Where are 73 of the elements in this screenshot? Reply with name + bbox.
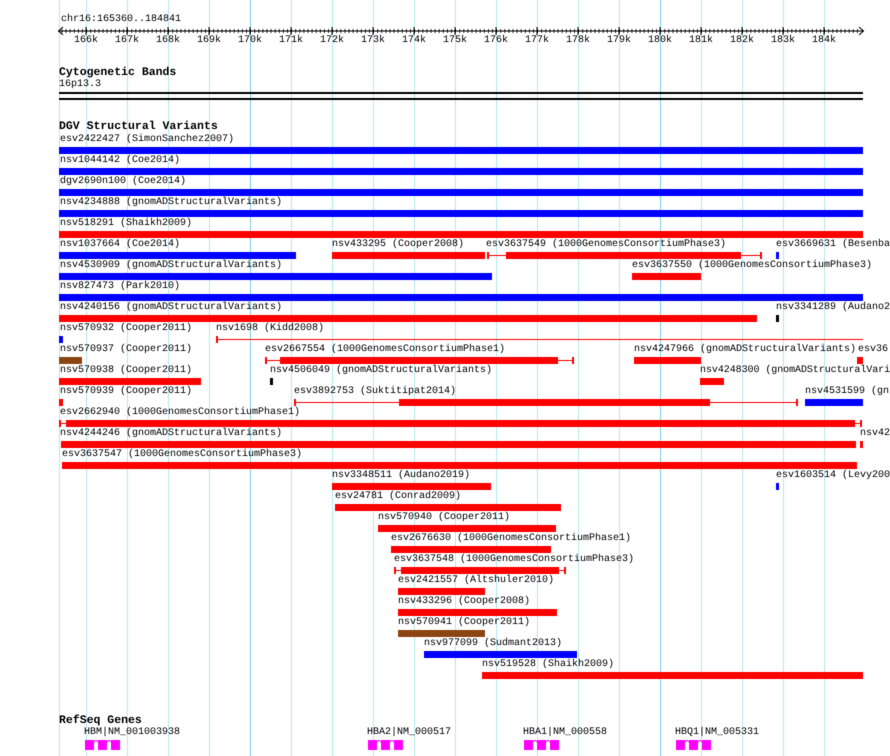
tick-label: 171k <box>279 35 303 47</box>
variant-label: nsv518291 (Shaikh2009) <box>60 218 192 230</box>
tick-label: 173k <box>361 35 385 47</box>
variant-label: nsv4244246 (gnomADStructuralVariants) <box>60 428 282 440</box>
tick-label: 178k <box>566 35 590 47</box>
variant-label: nsv4247966 (gnomADStructuralVariants) <box>634 344 856 356</box>
variant-label: esv2662940 (1000GenomesConsortiumPhase1) <box>60 407 300 419</box>
region-label: chr16:165360..184841 <box>61 14 182 26</box>
variant-label: dgv2690n100 (Coe2014) <box>60 176 186 188</box>
variant-label: nsv4530909 (gnomADStructuralVariants) <box>60 260 282 272</box>
variant-label: esv3892753 (Suktitipat2014) <box>294 386 456 398</box>
variant-label: nsv4248300 (gnomADStructuralVari <box>700 365 890 377</box>
variant-label: nsv570940 (Cooper2011) <box>378 512 510 524</box>
variant-label: nsv1698 (Kidd2008) <box>216 323 324 335</box>
tick-label: 179k <box>607 35 631 47</box>
variant-label: nsv3341289 (Audano2 <box>776 302 890 314</box>
gene-label: HBA2|NM_000517 <box>367 727 452 739</box>
variant-label: esv24781 (Conrad2009) <box>335 491 462 503</box>
variant-label: nsv570937 (Cooper2011) <box>60 344 192 356</box>
tick-label: 166k <box>74 35 98 47</box>
variant-label: esv3637547 (1000GenomesConsortiumPhase3) <box>62 449 302 461</box>
variant-label: nsv4240156 (gnomADStructuralVariants) <box>60 302 282 314</box>
variant-label: nsv519528 (Shaikh2009) <box>482 659 614 671</box>
variant-label: nsv570938 (Cooper2011) <box>60 365 192 377</box>
variant-label: nsv433296 (Cooper2008) <box>398 596 530 608</box>
variant-label: nsv570932 (Cooper2011) <box>60 323 192 335</box>
variant-label: nsv3348511 (Audano2019) <box>332 470 470 482</box>
tick-label: 177k <box>525 35 549 47</box>
variant-label: nsv4531599 (gn <box>805 386 890 398</box>
gene-model-drawing <box>368 740 403 750</box>
variant-label: esv3637548 (1000GenomesConsortiumPhase3) <box>394 554 634 566</box>
tick-label: 181k <box>689 35 713 47</box>
gene-label: HBA1|NM_000558 <box>523 727 608 739</box>
band-label: 16p13.3 <box>59 79 102 91</box>
variant-label: nsv4506049 (gnomADStructuralVariants) <box>270 365 492 377</box>
tick-label: 169k <box>197 35 221 47</box>
variant-label: esv2667554 (1000GenomesConsortiumPhase1) <box>265 344 506 356</box>
tick-label: 176k <box>484 35 508 47</box>
variant-label: esv36 <box>858 344 888 356</box>
gene-label: HBM|NM_001003938 <box>84 727 180 739</box>
variant-label: esv3669631 (Besenba <box>776 239 890 251</box>
variant-label: esv1603514 (Levy200 <box>776 470 890 482</box>
variant-label: nsv827473 (Park2010) <box>60 281 180 293</box>
variant-label: nsv433295 (Cooper2008) <box>332 239 464 251</box>
tick-label: 170k <box>238 35 262 47</box>
tick-label: 183k <box>771 35 795 47</box>
variant-label: esv2676630 (1000GenomesConsortiumPhase1) <box>391 533 632 545</box>
variant-label: nsv1037664 (Coe2014) <box>60 239 180 251</box>
track-title: DGV Structural Variants <box>59 121 218 133</box>
variant-label: esv2421557 (Altshuler2010) <box>398 575 554 587</box>
variant-label: esv3637550 (1000GenomesConsortiumPhase3) <box>632 260 872 272</box>
variant-label: nsv570939 (Cooper2011) <box>60 386 192 398</box>
variant-label: nsv1044142 (Coe2014) <box>60 155 180 167</box>
variant-label: nsv4234888 (gnomADStructuralVariants) <box>60 197 282 209</box>
gene-model-drawing <box>676 740 711 750</box>
variant-label: nsv977099 (Sudmant2013) <box>424 638 562 650</box>
tick-label: 184k <box>812 35 836 47</box>
gene-label: HBQ1|NM_005331 <box>675 727 760 739</box>
variant-label: nsv42 <box>860 428 890 440</box>
tick-label: 182k <box>730 35 754 47</box>
tick-label: 167k <box>115 35 139 47</box>
track-title: Cytogenetic Bands <box>59 67 176 79</box>
variant-label: nsv570941 (Cooper2011) <box>398 617 530 629</box>
variant-label: esv2422427 (SimonSanchez2007) <box>60 134 234 146</box>
tick-label: 180k <box>648 35 672 47</box>
gene-model-drawing <box>85 740 120 750</box>
tick-label: 175k <box>443 35 467 47</box>
variant-label: esv3637549 (1000GenomesConsortiumPhase3) <box>486 239 726 251</box>
gene-model-drawing <box>524 740 559 750</box>
tick-label: 168k <box>156 35 180 47</box>
tick-label: 172k <box>320 35 344 47</box>
track-title: RefSeq Genes <box>59 715 142 727</box>
tick-label: 174k <box>402 35 426 47</box>
